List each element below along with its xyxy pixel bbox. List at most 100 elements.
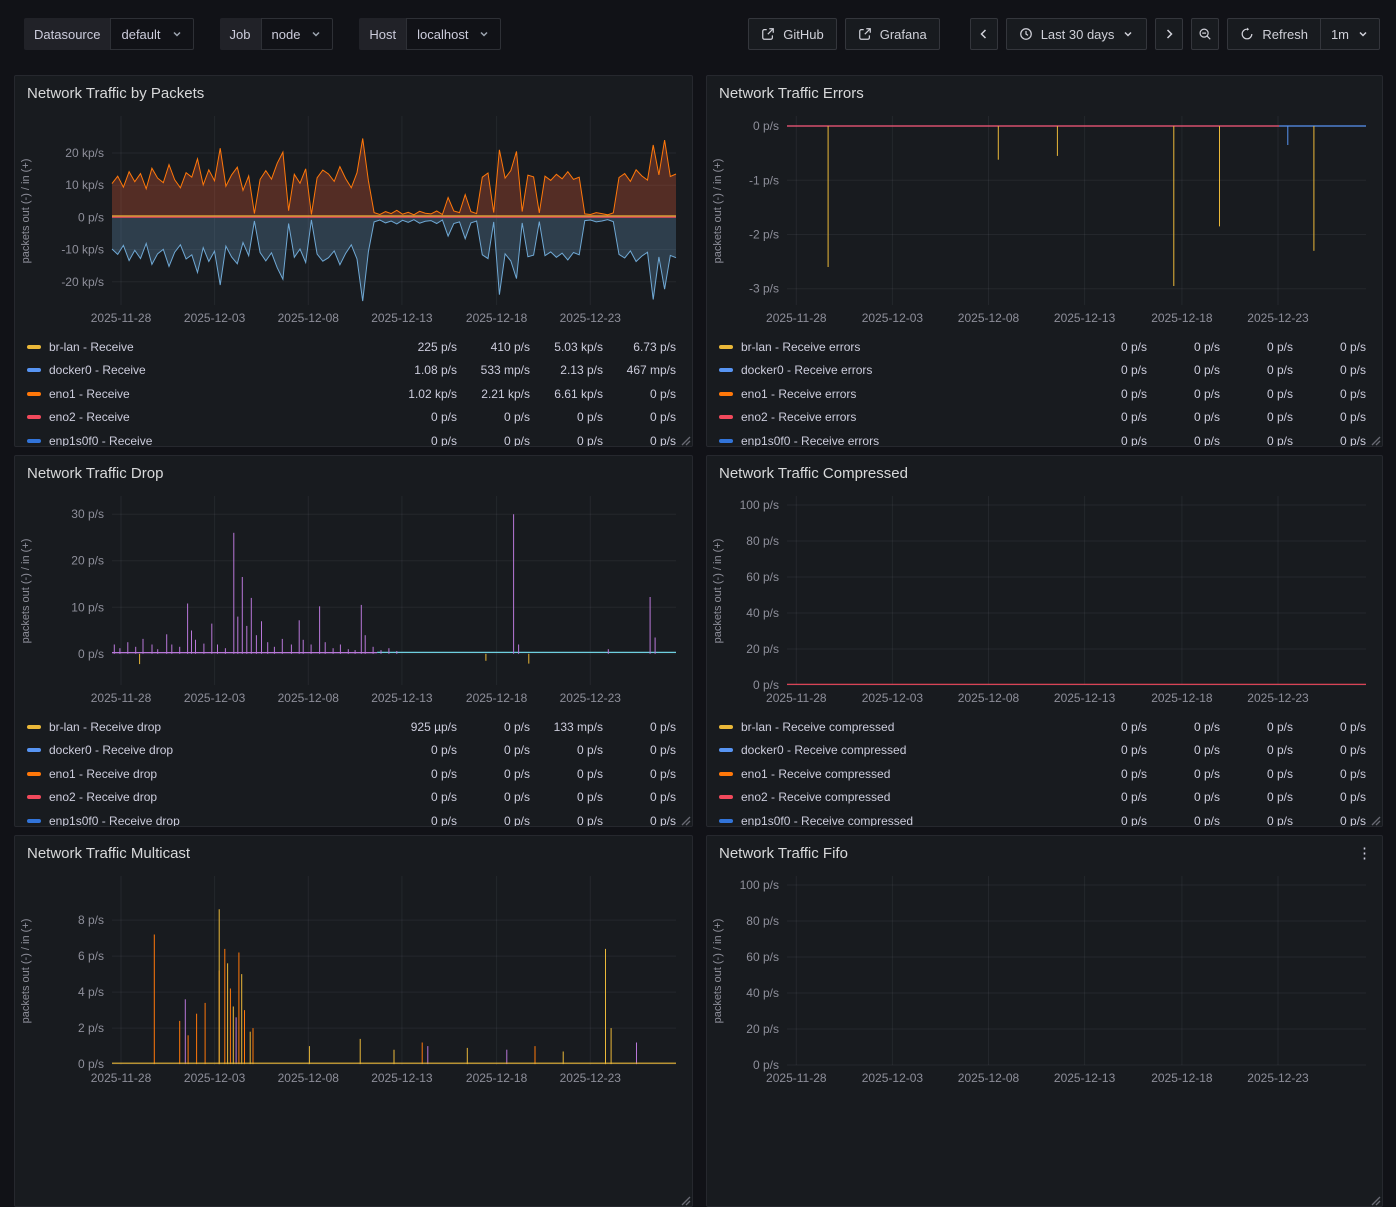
panel-title[interactable]: Network Traffic Fifo <box>719 845 848 862</box>
svg-text:2025-12-13: 2025-12-13 <box>371 691 433 705</box>
chart-network-traffic-compressed[interactable]: 100 p/s80 p/s60 p/s40 p/s20 p/s0 p/s2025… <box>707 490 1382 712</box>
svg-text:0 p/s: 0 p/s <box>753 119 779 133</box>
legend-item[interactable]: eno2 - Receive drop0 p/s0 p/s0 p/s0 p/s <box>27 786 676 810</box>
legend-item[interactable]: eno2 - Receive compressed0 p/s0 p/s0 p/s… <box>719 786 1366 810</box>
panel-resize-handle[interactable] <box>679 813 691 825</box>
legend-series-label[interactable]: eno1 - Receive drop <box>49 767 157 781</box>
legend-series-label[interactable]: eno1 - Receive compressed <box>741 767 890 781</box>
legend-series-label[interactable]: br-lan - Receive errors <box>741 340 860 354</box>
legend-value: 1.08 p/s <box>384 363 457 377</box>
legend-item[interactable]: eno2 - Receive errors0 p/s0 p/s0 p/s0 p/… <box>719 406 1366 430</box>
legend-item[interactable]: br-lan - Receive errors0 p/s0 p/s0 p/s0 … <box>719 335 1366 359</box>
chart-canvas[interactable]: 8 p/s6 p/s4 p/s2 p/s0 p/s2025-11-282025-… <box>15 870 692 1092</box>
legend-series-label[interactable]: eno2 - Receive compressed <box>741 790 890 804</box>
legend-item[interactable]: docker0 - Receive errors0 p/s0 p/s0 p/s0… <box>719 359 1366 383</box>
legend-series-label[interactable]: eno1 - Receive <box>49 387 130 401</box>
legend-series-label[interactable]: eno2 - Receive drop <box>49 790 157 804</box>
legend-series-label[interactable]: enp1s0f0 - Receive <box>49 434 152 446</box>
svg-text:40 p/s: 40 p/s <box>746 606 779 620</box>
time-shift-forward-button[interactable] <box>1155 18 1183 50</box>
legend-series-label[interactable]: eno2 - Receive <box>49 410 130 424</box>
legend-series-label[interactable]: docker0 - Receive errors <box>741 363 872 377</box>
legend-item[interactable]: docker0 - Receive compressed0 p/s0 p/s0 … <box>719 739 1366 763</box>
panel-title[interactable]: Network Traffic Drop <box>27 465 163 482</box>
legend-value: 0 p/s <box>384 410 457 424</box>
panel-title[interactable]: Network Traffic Compressed <box>719 465 908 482</box>
legend-item[interactable]: eno1 - Receive drop 0 p/s0 p/s0 p/s0 p/s <box>27 762 676 786</box>
legend-value: 0 p/s <box>530 790 603 804</box>
chart-canvas[interactable]: 100 p/s80 p/s60 p/s40 p/s20 p/s0 p/s2025… <box>707 870 1382 1092</box>
chart-network-traffic-fifo[interactable]: 100 p/s80 p/s60 p/s40 p/s20 p/s0 p/s2025… <box>707 870 1382 1092</box>
chevron-down-icon <box>1122 28 1134 40</box>
chart-network-traffic-by-packets[interactable]: 20 kp/s10 kp/s0 p/s-10 kp/s-20 kp/s2025-… <box>15 110 692 332</box>
clock-icon <box>1019 27 1033 41</box>
chart-network-traffic-drop[interactable]: 30 p/s20 p/s10 p/s0 p/s2025-11-282025-12… <box>15 490 692 712</box>
legend-series-label[interactable]: enp1s0f0 - Receive errors <box>741 434 879 446</box>
legend-value: 0 p/s <box>603 743 676 757</box>
legend-series-label[interactable]: enp1s0f0 - Receive drop <box>49 814 180 826</box>
legend-series-label[interactable]: docker0 - Receive drop <box>49 743 173 757</box>
svg-text:0 p/s: 0 p/s <box>78 1057 104 1071</box>
chart-canvas[interactable]: 20 kp/s10 kp/s0 p/s-10 kp/s-20 kp/s2025-… <box>15 110 692 332</box>
legend-series-label[interactable]: br-lan - Receive <box>49 340 134 354</box>
legend-item[interactable]: eno1 - Receive errors0 p/s0 p/s0 p/s0 p/… <box>719 382 1366 406</box>
panel-menu-icon[interactable]: ⋮ <box>1354 842 1376 864</box>
panel-title[interactable]: Network Traffic Errors <box>719 85 864 102</box>
svg-text:2025-12-18: 2025-12-18 <box>1151 1071 1213 1085</box>
chart-canvas[interactable]: 30 p/s20 p/s10 p/s0 p/s2025-11-282025-12… <box>15 490 692 712</box>
legend-item[interactable]: docker0 - Receive1.08 p/s533 mp/s2.13 p/… <box>27 359 676 383</box>
panel-resize-handle[interactable] <box>1369 433 1381 445</box>
legend-value: 0 p/s <box>1220 814 1293 826</box>
legend-series-label[interactable]: eno2 - Receive errors <box>741 410 856 424</box>
svg-text:10 kp/s: 10 kp/s <box>65 178 104 192</box>
legend-values: 0 p/s0 p/s0 p/s0 p/s <box>384 767 676 781</box>
legend-series-swatch <box>719 748 733 752</box>
legend-series-label[interactable]: docker0 - Receive compressed <box>741 743 906 757</box>
legend-values: 0 p/s0 p/s0 p/s0 p/s <box>384 743 676 757</box>
legend-series-label[interactable]: br-lan - Receive drop <box>49 720 161 734</box>
time-range-picker[interactable]: Last 30 days <box>1006 18 1148 50</box>
panel-resize-handle[interactable] <box>679 433 691 445</box>
legend-series-label[interactable]: br-lan - Receive compressed <box>741 720 894 734</box>
chart-network-traffic-multicast[interactable]: 8 p/s6 p/s4 p/s2 p/s0 p/s2025-11-282025-… <box>15 870 692 1092</box>
panel-resize-handle[interactable] <box>1369 1193 1381 1205</box>
variable-datasource-picker[interactable]: default <box>110 18 193 50</box>
zoom-out-button[interactable] <box>1191 18 1219 50</box>
legend-value: 6.61 kp/s <box>530 387 603 401</box>
time-shift-back-button[interactable] <box>970 18 998 50</box>
legend-series-label[interactable]: docker0 - Receive <box>49 363 146 377</box>
legend-item[interactable]: eno1 - Receive1.02 kp/s2.21 kp/s6.61 kp/… <box>27 382 676 406</box>
panel-legend: br-lan - Receive drop925 µp/s0 p/s133 mp… <box>15 712 692 826</box>
variable-host-picker[interactable]: localhost <box>406 18 501 50</box>
variable-job-picker[interactable]: node <box>261 18 334 50</box>
chart-canvas[interactable]: 0 p/s-1 p/s-2 p/s-3 p/s2025-11-282025-12… <box>707 110 1382 332</box>
legend-item[interactable]: br-lan - Receive drop925 µp/s0 p/s133 mp… <box>27 715 676 739</box>
legend-item[interactable]: enp1s0f0 - Receive errors0 p/s0 p/s0 p/s… <box>719 429 1366 446</box>
legend-item[interactable]: enp1s0f0 - Receive compressed0 p/s0 p/s0… <box>719 809 1366 826</box>
legend-value: 0 p/s <box>1074 363 1147 377</box>
legend-value: 0 p/s <box>530 743 603 757</box>
chart-network-traffic-errors[interactable]: 0 p/s-1 p/s-2 p/s-3 p/s2025-11-282025-12… <box>707 110 1382 332</box>
legend-item[interactable]: br-lan - Receive compressed0 p/s0 p/s0 p… <box>719 715 1366 739</box>
refresh-interval-picker[interactable]: 1m <box>1321 18 1380 50</box>
legend-series-label[interactable]: eno1 - Receive errors <box>741 387 856 401</box>
panel-resize-handle[interactable] <box>679 1193 691 1205</box>
legend-value: 0 p/s <box>1220 434 1293 446</box>
legend-value: 0 p/s <box>1147 743 1220 757</box>
legend-item[interactable]: enp1s0f0 - Receive0 p/s0 p/s0 p/s0 p/s <box>27 429 676 446</box>
legend-item[interactable]: eno2 - Receive0 p/s0 p/s0 p/s0 p/s <box>27 406 676 430</box>
refresh-button[interactable]: Refresh <box>1227 18 1321 50</box>
panel-title[interactable]: Network Traffic Multicast <box>27 845 190 862</box>
github-link-button[interactable]: GitHub <box>748 18 836 50</box>
legend-item[interactable]: docker0 - Receive drop 0 p/s0 p/s0 p/s0 p… <box>27 739 676 763</box>
legend-series-label[interactable]: enp1s0f0 - Receive compressed <box>741 814 913 826</box>
svg-text:2025-12-03: 2025-12-03 <box>184 1071 246 1085</box>
panel-title[interactable]: Network Traffic by Packets <box>27 85 204 102</box>
panel-resize-handle[interactable] <box>1369 813 1381 825</box>
grafana-link-button[interactable]: Grafana <box>845 18 940 50</box>
legend-item[interactable]: enp1s0f0 - Receive drop0 p/s0 p/s0 p/s0 … <box>27 809 676 826</box>
legend-value: 0 p/s <box>1220 410 1293 424</box>
legend-item[interactable]: br-lan - Receive225 p/s410 p/s5.03 kp/s6… <box>27 335 676 359</box>
legend-item[interactable]: eno1 - Receive compressed0 p/s0 p/s0 p/s… <box>719 762 1366 786</box>
chart-canvas[interactable]: 100 p/s80 p/s60 p/s40 p/s20 p/s0 p/s2025… <box>707 490 1382 712</box>
